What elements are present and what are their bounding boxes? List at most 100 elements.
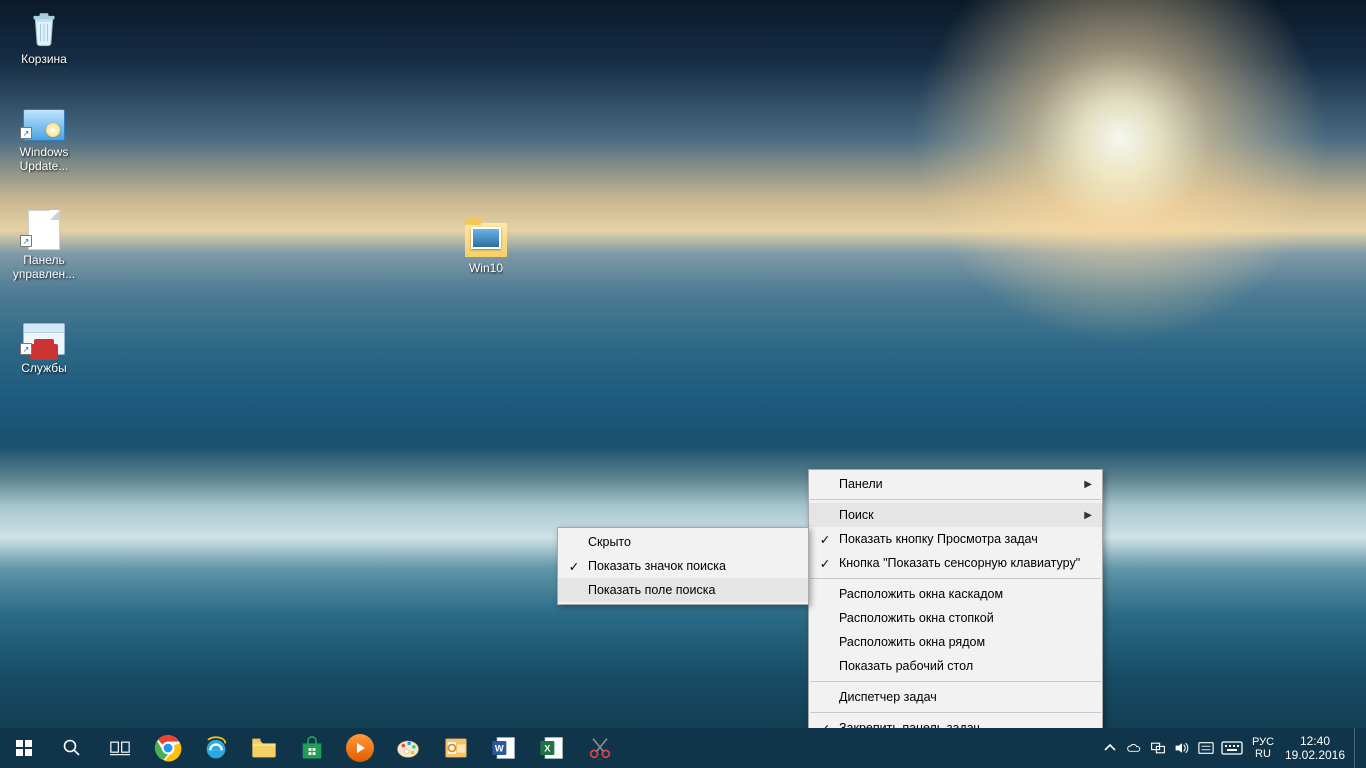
recycle-bin-icon xyxy=(23,8,65,50)
menu-item-show-desktop[interactable]: Показать рабочий стол xyxy=(809,654,1102,678)
menu-item-panels[interactable]: Панели ▶ xyxy=(809,472,1102,496)
cloud-icon xyxy=(1126,740,1142,756)
taskbar-app-ie[interactable] xyxy=(192,728,240,768)
desktop-wallpaper: Корзина ↗ Windows Update... ↗ Панель упр… xyxy=(0,0,1366,768)
taskbar-app-paint[interactable] xyxy=(384,728,432,768)
menu-item-touch-keyboard[interactable]: ✓ Кнопка "Показать сенсорную клавиатуру" xyxy=(809,551,1102,575)
taskbar-app-snipping[interactable] xyxy=(576,728,624,768)
outlook-icon xyxy=(442,734,470,762)
tray-touch-keyboard[interactable] xyxy=(1218,728,1246,768)
ime-icon xyxy=(1198,740,1214,756)
shortcut-arrow-icon: ↗ xyxy=(20,343,32,355)
network-icon xyxy=(1150,740,1166,756)
taskbar[interactable]: W X xyxy=(0,728,1366,768)
search-submenu[interactable]: Скрыто ✓ Показать значок поиска Показать… xyxy=(557,527,809,605)
taskbar-left-section: W X xyxy=(0,728,624,768)
excel-icon: X xyxy=(538,734,566,762)
clock-time: 12:40 xyxy=(1300,734,1330,748)
menu-item-search-show-icon[interactable]: ✓ Показать значок поиска xyxy=(558,554,808,578)
taskbar-context-menu[interactable]: Панели ▶ Поиск ▶ ✓ Показать кнопку Просм… xyxy=(808,469,1103,767)
taskbar-app-file-explorer[interactable] xyxy=(240,728,288,768)
windows-logo-icon xyxy=(16,740,32,756)
shortcut-arrow-icon: ↗ xyxy=(20,127,32,139)
system-tray: РУС RU 12:40 19.02.2016 xyxy=(1098,728,1366,768)
menu-item-label: Расположить окна каскадом xyxy=(839,587,1003,601)
desktop-icon-label: Win10 xyxy=(469,261,503,275)
media-player-icon xyxy=(346,734,374,762)
tray-show-hidden-button[interactable] xyxy=(1098,728,1122,768)
taskbar-spacer[interactable] xyxy=(624,728,1098,768)
tray-network[interactable] xyxy=(1146,728,1170,768)
desktop-icon-label: Службы xyxy=(21,361,66,375)
check-icon: ✓ xyxy=(567,559,581,574)
desktop-icon-control-panel[interactable]: ↗ Панель управлен... xyxy=(6,207,82,283)
clock-date: 19.02.2016 xyxy=(1285,748,1345,762)
taskbar-app-word[interactable]: W xyxy=(480,728,528,768)
show-desktop-peek[interactable] xyxy=(1354,728,1360,768)
folder-icon xyxy=(465,217,507,259)
taskbar-app-outlook[interactable] xyxy=(432,728,480,768)
menu-item-task-manager[interactable]: Диспетчер задач xyxy=(809,685,1102,709)
language-label-bottom: RU xyxy=(1255,748,1271,760)
desktop-icon-folder-win10[interactable]: Win10 xyxy=(448,215,524,277)
svg-text:W: W xyxy=(495,744,504,754)
menu-item-label: Показать значок поиска xyxy=(588,559,726,573)
menu-item-sidebyside[interactable]: Расположить окна рядом xyxy=(809,630,1102,654)
desktop-icon-windows-update[interactable]: ↗ Windows Update... xyxy=(6,99,82,175)
language-label-top: РУС xyxy=(1252,736,1274,748)
tray-language[interactable]: РУС RU xyxy=(1246,728,1280,768)
menu-item-label: Скрыто xyxy=(588,535,631,549)
menu-item-label: Кнопка "Показать сенсорную клавиатуру" xyxy=(839,556,1080,570)
tray-input-indicator[interactable] xyxy=(1194,728,1218,768)
menu-item-label: Панели xyxy=(839,477,883,491)
chrome-icon xyxy=(154,734,182,762)
svg-text:X: X xyxy=(544,744,551,754)
menu-separator xyxy=(810,499,1101,500)
scissors-icon xyxy=(586,734,614,762)
desktop-icon-services[interactable]: ↗ Службы xyxy=(6,315,82,377)
search-button[interactable] xyxy=(48,728,96,768)
menu-item-label: Показать поле поиска xyxy=(588,583,715,597)
tray-clock[interactable]: 12:40 19.02.2016 xyxy=(1280,728,1350,768)
menu-item-cascade[interactable]: Расположить окна каскадом xyxy=(809,582,1102,606)
start-button[interactable] xyxy=(0,728,48,768)
tray-onedrive[interactable] xyxy=(1122,728,1146,768)
word-icon: W xyxy=(490,734,518,762)
taskbar-app-store[interactable] xyxy=(288,728,336,768)
submenu-arrow-icon: ▶ xyxy=(1084,479,1092,490)
menu-item-search-show-box[interactable]: Показать поле поиска xyxy=(558,578,808,602)
menu-separator xyxy=(810,712,1101,713)
desktop-icon-area[interactable]: Корзина ↗ Windows Update... ↗ Панель упр… xyxy=(0,0,1366,728)
taskbar-app-media-player[interactable] xyxy=(336,728,384,768)
menu-separator xyxy=(810,578,1101,579)
store-icon xyxy=(298,734,326,762)
task-view-icon xyxy=(110,738,130,758)
menu-item-label: Показать рабочий стол xyxy=(839,659,973,673)
menu-item-stacked[interactable]: Расположить окна стопкой xyxy=(809,606,1102,630)
desktop-icon-label: Панель управлен... xyxy=(8,253,80,281)
speaker-icon xyxy=(1174,740,1190,756)
desktop-icon-label: Windows Update... xyxy=(8,145,80,173)
tray-volume[interactable] xyxy=(1170,728,1194,768)
menu-item-label: Поиск xyxy=(839,508,874,522)
menu-separator xyxy=(810,681,1101,682)
check-icon: ✓ xyxy=(818,532,832,547)
menu-item-show-taskview[interactable]: ✓ Показать кнопку Просмотра задач xyxy=(809,527,1102,551)
internet-explorer-icon xyxy=(202,734,230,762)
submenu-arrow-icon: ▶ xyxy=(1084,510,1092,521)
check-icon: ✓ xyxy=(818,556,832,571)
taskbar-app-chrome[interactable] xyxy=(144,728,192,768)
menu-item-label: Показать кнопку Просмотра задач xyxy=(839,532,1038,546)
menu-item-search[interactable]: Поиск ▶ xyxy=(809,503,1102,527)
menu-item-search-hidden[interactable]: Скрыто xyxy=(558,530,808,554)
search-icon xyxy=(62,738,82,758)
paint-icon xyxy=(394,734,422,762)
menu-item-label: Диспетчер задач xyxy=(839,690,937,704)
shortcut-arrow-icon: ↗ xyxy=(20,235,32,247)
keyboard-icon xyxy=(1221,741,1243,755)
menu-item-label: Расположить окна рядом xyxy=(839,635,985,649)
file-explorer-icon xyxy=(250,734,278,762)
taskbar-app-excel[interactable]: X xyxy=(528,728,576,768)
desktop-icon-recycle-bin[interactable]: Корзина xyxy=(6,6,82,68)
task-view-button[interactable] xyxy=(96,728,144,768)
